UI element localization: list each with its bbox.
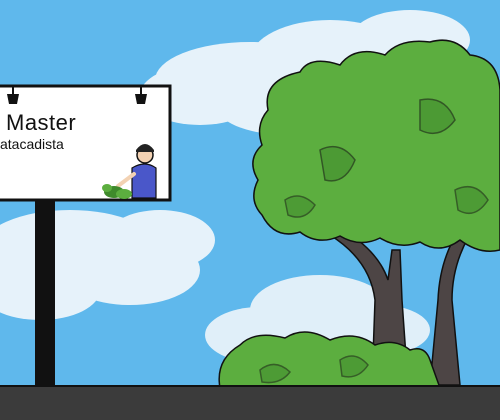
scene-illustration	[0, 0, 500, 420]
billboard-title: Master	[6, 110, 77, 135]
billboard-subtitle: atacadista	[0, 136, 64, 152]
street-scene: Master atacadista	[0, 0, 500, 420]
ground	[0, 386, 500, 420]
billboard-pole	[35, 200, 55, 390]
